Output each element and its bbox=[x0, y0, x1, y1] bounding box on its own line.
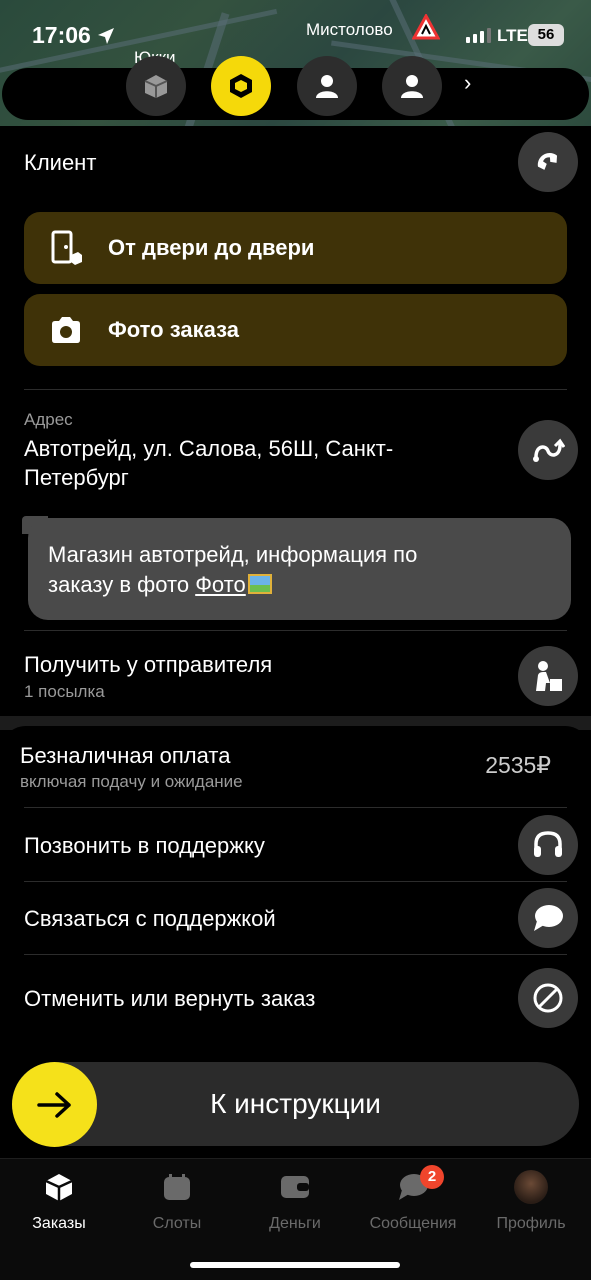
tab-orders[interactable]: Заказы bbox=[0, 1169, 118, 1233]
comment-line-2-text: заказу в фото bbox=[48, 572, 196, 597]
contact-support-label[interactable]: Связаться с поддержкой bbox=[24, 906, 276, 932]
divider bbox=[24, 630, 567, 631]
step-parcel[interactable] bbox=[126, 56, 186, 116]
divider bbox=[24, 881, 567, 882]
chevron-right-icon[interactable]: › bbox=[464, 70, 471, 96]
payment-subtitle: включая подачу и ожидание bbox=[20, 772, 243, 791]
home-indicator bbox=[190, 1262, 400, 1268]
instructions-label: К инструкции bbox=[210, 1088, 381, 1119]
call-client-button[interactable] bbox=[518, 132, 578, 192]
order-price: 2535₽ bbox=[485, 752, 551, 778]
contact-support-button[interactable] bbox=[518, 888, 578, 948]
tab-messages[interactable]: 2 Сообщения bbox=[354, 1165, 472, 1233]
route-button[interactable] bbox=[518, 420, 578, 480]
order-photo-tile[interactable]: Фото заказа bbox=[24, 294, 567, 366]
person-icon bbox=[316, 75, 338, 98]
location-arrow-icon bbox=[98, 28, 114, 44]
picture-emoji-icon bbox=[247, 574, 272, 594]
tab-messages-label: Сообщения bbox=[369, 1215, 457, 1232]
divider bbox=[24, 954, 567, 955]
calendar-icon bbox=[164, 1174, 190, 1200]
orders-icon bbox=[45, 1174, 73, 1201]
cancel-icon bbox=[533, 983, 563, 1013]
chat-bubble-icon bbox=[534, 905, 563, 931]
headset-icon bbox=[534, 831, 562, 857]
tab-slots-label: Слоты bbox=[152, 1215, 202, 1232]
step-client-1[interactable] bbox=[297, 56, 357, 116]
tab-orders-label: Заказы bbox=[32, 1215, 86, 1232]
tab-profile-label: Профиль bbox=[496, 1215, 566, 1232]
photo-link-text: Фото bbox=[195, 572, 246, 597]
cancel-order-button[interactable] bbox=[518, 968, 578, 1028]
roadwork-sign-icon bbox=[412, 14, 440, 40]
instructions-button[interactable]: К инструкции bbox=[12, 1062, 579, 1147]
phone-icon bbox=[537, 153, 558, 170]
battery-indicator: 56 bbox=[528, 24, 564, 46]
order-steps-bar: › bbox=[2, 56, 589, 120]
door-to-door-tile[interactable]: От двери до двери bbox=[24, 212, 567, 284]
network-type: LTE bbox=[497, 26, 528, 45]
step-client-2[interactable] bbox=[382, 56, 442, 116]
hexagon-icon bbox=[230, 74, 252, 98]
door-to-door-icon bbox=[51, 230, 82, 265]
avatar bbox=[514, 1170, 548, 1204]
tab-profile[interactable]: Профиль bbox=[472, 1169, 590, 1233]
divider bbox=[24, 389, 567, 390]
call-support-button[interactable] bbox=[518, 815, 578, 875]
divider bbox=[24, 807, 567, 808]
parcel-icon bbox=[144, 75, 168, 98]
address-caption: Адрес bbox=[24, 410, 73, 429]
address-line-1: Автотрейд, ул. Салова, 56Ш, Санкт- bbox=[24, 436, 394, 461]
status-bar: 17:06 LTE 56 bbox=[0, 0, 591, 70]
address-line-2: Петербург bbox=[24, 465, 129, 490]
status-time: 17:06 bbox=[32, 22, 91, 48]
door-to-door-label: От двери до двери bbox=[108, 235, 315, 260]
tab-money[interactable]: Деньги bbox=[236, 1169, 354, 1233]
comment-line-1: Магазин автотрейд, информация по bbox=[48, 542, 418, 567]
cancel-order-label[interactable]: Отменить или вернуть заказ bbox=[24, 986, 315, 1012]
client-label: Клиент bbox=[24, 150, 97, 175]
client-comment-bubble: Магазин автотрейд, информация по заказу … bbox=[28, 518, 571, 620]
call-support-label[interactable]: Позвонить в поддержку bbox=[24, 833, 265, 859]
person-icon bbox=[401, 75, 423, 98]
tab-money-label: Деньги bbox=[269, 1215, 321, 1232]
camera-icon bbox=[52, 317, 80, 343]
messages-badge: 2 bbox=[420, 1165, 444, 1189]
pickup-button[interactable] bbox=[518, 646, 578, 706]
route-icon bbox=[533, 438, 565, 462]
pickup-subtitle: 1 посылка bbox=[24, 682, 105, 701]
payment-title: Безналичная оплата bbox=[20, 743, 231, 768]
person-with-parcel-icon bbox=[536, 661, 562, 691]
comment-line-2: заказу в фото Фото bbox=[48, 570, 551, 600]
photo-link[interactable]: Фото bbox=[195, 572, 272, 597]
wallet-icon bbox=[281, 1176, 309, 1198]
step-current[interactable] bbox=[211, 56, 271, 116]
tab-slots[interactable]: Слоты bbox=[118, 1169, 236, 1233]
signal-strength-icon bbox=[466, 28, 491, 43]
order-photo-label: Фото заказа bbox=[108, 317, 239, 342]
pickup-title: Получить у отправителя bbox=[24, 652, 273, 677]
